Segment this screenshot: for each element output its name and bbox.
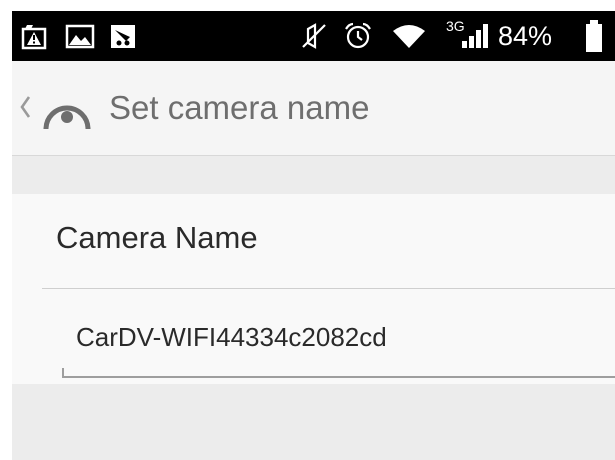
mute-icon [299, 11, 329, 61]
back-chevron-icon[interactable] [18, 92, 32, 127]
wifi-icon [391, 11, 427, 61]
section-divider [42, 288, 615, 289]
status-bar: 3G 84% [12, 11, 615, 61]
page-title: Set camera name [109, 89, 370, 126]
top-spacer [12, 156, 615, 194]
warning-notification-icon [20, 11, 50, 61]
action-bar: Set camera name [12, 61, 615, 156]
bottom-spacer [12, 384, 615, 460]
camera-name-card: Camera Name CarDV-WIFI44334c2082cd [12, 194, 615, 384]
app-logo-icon[interactable] [40, 87, 94, 138]
image-notification-icon [64, 11, 96, 61]
section-header: Camera Name [56, 220, 258, 255]
app-notification-icon [108, 11, 138, 61]
battery-percent: 84% [498, 21, 553, 51]
signal-icon [460, 11, 490, 61]
camera-name-input[interactable]: CarDV-WIFI44334c2082cd [76, 322, 387, 353]
battery-icon [584, 11, 604, 61]
input-underline [62, 376, 615, 378]
alarm-icon [342, 11, 374, 61]
